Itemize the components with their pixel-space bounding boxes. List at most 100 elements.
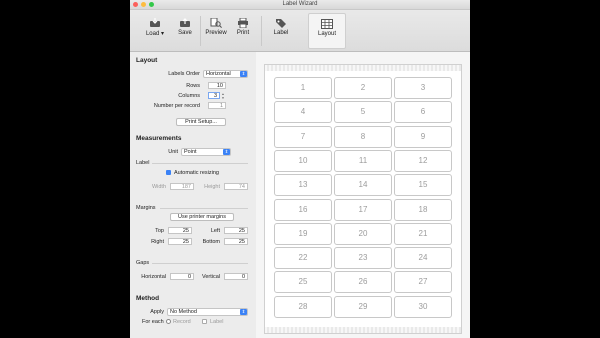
width-label: Width [151,184,166,190]
toolbar: Load ▾ Save Preview Print Label Layout [130,10,470,52]
label-cell[interactable]: 12 [394,149,452,172]
page-preview: 1 2 3 4 5 6 7 8 9 10 11 12 13 14 15 16 17 18 19 20 21 22 23 24 2… [264,64,462,334]
chevron-down-icon: ⇕ [240,309,247,315]
save-icon [180,18,190,27]
top-margin-label: Top [155,228,164,234]
toolbar-separator [261,16,262,46]
method-heading: Method [136,295,160,302]
load-icon [150,18,160,27]
bottom-margin-label: Bottom [202,239,220,245]
label-tab[interactable]: Label [268,13,294,36]
label-cell[interactable]: 26 [334,271,392,294]
title-bar: Label Wizard [130,0,470,10]
print-setup-button[interactable]: Print Setup... [176,118,226,126]
label-cell[interactable]: 9 [394,125,452,148]
label-cell[interactable]: 29 [334,295,392,318]
record-radio-label: Record [173,319,191,325]
columns-input[interactable]: 3 [208,92,220,99]
label-cell[interactable]: 11 [334,149,392,172]
window-title: Label Wizard [282,1,318,7]
apply-method-select[interactable]: No Method ⇕ [167,308,248,316]
right-margin-label: Right [151,239,164,245]
labels-order-select[interactable]: Horizontal ⇕ [203,70,248,78]
chevron-down-icon: ⇕ [223,149,230,155]
use-printer-margins-button[interactable]: Use printer margins [170,213,234,221]
label-cell[interactable]: 13 [274,174,332,197]
measurements-heading: Measurements [136,135,182,142]
left-margin-input[interactable]: 25 [224,227,248,234]
horizontal-gap-label: Horizontal [141,274,166,280]
printer-icon [238,18,248,28]
vertical-gap-label: Vertical [201,274,220,280]
layout-heading: Layout [136,57,158,64]
label-cell[interactable]: 25 [274,271,332,294]
label-cell[interactable]: 4 [274,101,332,124]
label-cell[interactable]: 7 [274,125,332,148]
label-cell[interactable]: 6 [394,101,452,124]
height-input[interactable]: 74 [224,183,248,190]
record-radio[interactable] [166,319,171,324]
top-margin-band [265,65,461,71]
chevron-down-icon: ▾ [161,31,165,37]
label-cell[interactable]: 16 [274,198,332,221]
margins-section-title: Margins [136,205,156,211]
preview-icon [210,18,222,28]
layout-preview-pane: 1 2 3 4 5 6 7 8 9 10 11 12 13 14 15 16 17 18 19 20 21 22 23 24 2… [256,52,470,338]
label-cell[interactable]: 3 [394,77,452,99]
label-cell[interactable]: 5 [334,101,392,124]
toolbar-separator [200,16,201,46]
layout-tab[interactable]: Layout [308,13,346,49]
label-cell[interactable]: 8 [334,125,392,148]
save-button[interactable]: Save [174,13,196,36]
labels-order-label: Labels Order [168,71,200,77]
unit-label: Unit [168,149,178,155]
label-cell[interactable]: 27 [394,271,452,294]
automatic-resizing-checkbox[interactable] [166,170,171,175]
automatic-resizing-label: Automatic resizing [174,170,219,176]
label-cell[interactable]: 17 [334,198,392,221]
columns-stepper[interactable]: ▲ ▼ [221,92,225,100]
label-cell[interactable]: 30 [394,295,452,318]
label-section-title: Label [136,160,150,166]
label-cell[interactable]: 18 [394,198,452,221]
label-cell[interactable]: 14 [334,174,392,197]
gaps-section-title: Gaps [136,260,150,266]
label-cell[interactable]: 15 [394,174,452,197]
per-record-input[interactable]: 1 [208,102,226,109]
left-margin-label: Left [210,228,220,234]
label-cell[interactable]: 24 [394,247,452,270]
unit-select[interactable]: Point ⇕ [181,148,231,156]
width-input[interactable]: 187 [170,183,194,190]
label-wizard-window: Label Wizard Load ▾ Save Preview Print L… [130,0,470,338]
top-margin-input[interactable]: 25 [168,227,192,234]
right-margin-input[interactable]: 25 [168,238,192,245]
for-each-label: For each [142,319,164,325]
rows-label: Rows [186,83,200,89]
label-cell[interactable]: 20 [334,222,392,245]
label-cell[interactable]: 23 [334,247,392,270]
label-cell[interactable]: 2 [334,77,392,99]
label-cell[interactable]: 10 [274,149,332,172]
bottom-margin-input[interactable]: 25 [224,238,248,245]
print-button[interactable]: Print [232,13,254,36]
label-cell[interactable]: 28 [274,295,332,318]
rows-input[interactable]: 10 [208,82,226,89]
apply-label: Apply [150,309,164,315]
label-cell[interactable]: 19 [274,222,332,245]
bottom-margin-band [265,327,461,333]
label-cell[interactable]: 22 [274,247,332,270]
label-checkbox[interactable] [202,319,207,324]
height-label: Height [204,184,220,190]
columns-label: Columns [178,93,200,99]
label-checkbox-label: Label [210,319,224,325]
divider [152,263,248,264]
load-button[interactable]: Load ▾ [142,13,168,37]
chevron-down-icon: ⇕ [240,71,247,77]
layout-grid-icon [321,19,333,29]
horizontal-gap-input[interactable]: 0 [170,273,194,280]
preview-button[interactable]: Preview [203,13,229,36]
vertical-gap-input[interactable]: 0 [224,273,248,280]
settings-sidebar: Layout Labels Order Horizontal ⇕ Rows 10 … [130,52,254,338]
label-cell[interactable]: 1 [274,77,332,99]
label-cell[interactable]: 21 [394,222,452,245]
